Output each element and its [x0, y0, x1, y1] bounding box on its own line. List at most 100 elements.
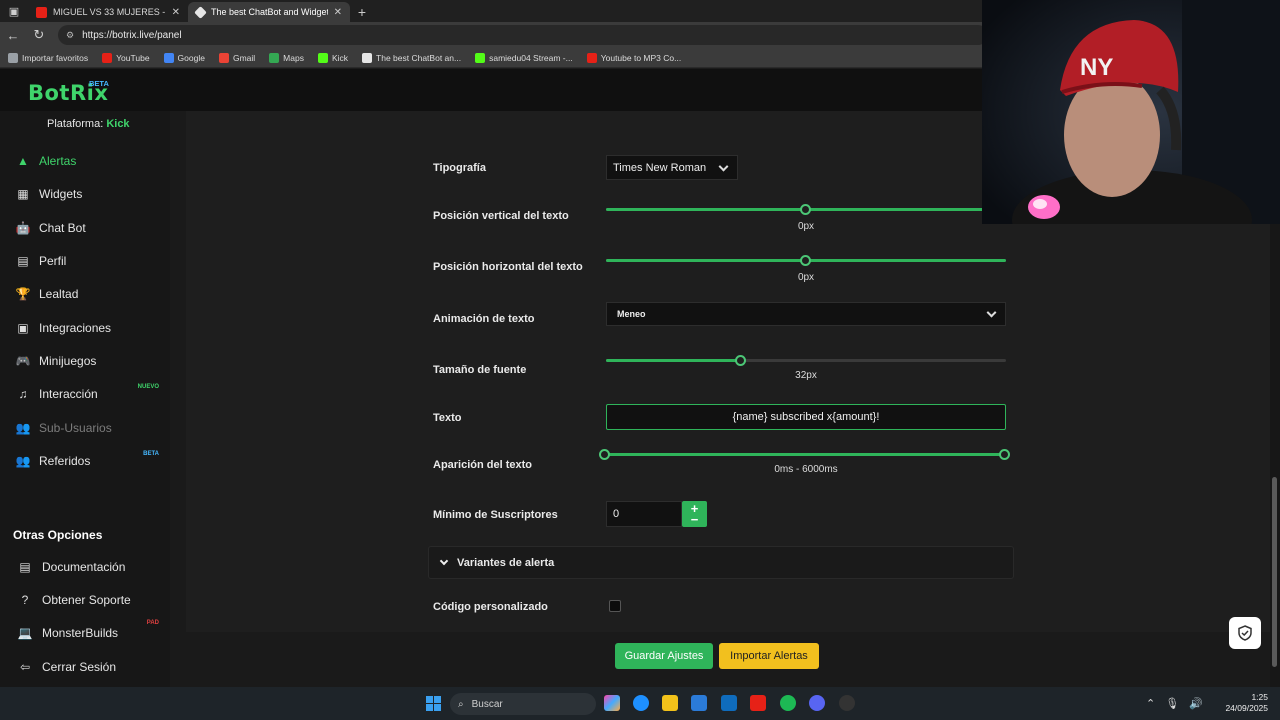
shield-check-icon[interactable] [1229, 617, 1261, 649]
bookmark-label: Gmail [232, 52, 256, 63]
platform-label: Plataforma: [47, 118, 104, 130]
text-animation-select[interactable]: Meneo [606, 302, 1006, 326]
sidebar-item-label: Interacción [39, 387, 98, 401]
bookmark-item[interactable]: samiedu04 Stream -... [475, 52, 573, 63]
text-animation-value: Meneo [617, 309, 646, 319]
back-arrow-icon[interactable]: ← [6, 28, 20, 43]
sidebar-item-label: Integraciones [39, 321, 112, 335]
music-icon: ♫ [18, 387, 28, 401]
sidebar-item-minijuegos[interactable]: 🎮 Minijuegos [0, 348, 170, 374]
alert-variants-label: Variantes de alerta [457, 556, 555, 569]
sidebar-item-widgets[interactable]: ▦ Widgets [0, 181, 170, 207]
sidebar-item-chat-bot[interactable]: 🤖 Chat Bot [0, 215, 170, 241]
option-item-obtener-soporte[interactable]: ? Obtener Soporte [0, 587, 170, 613]
min-subscribers-stepper[interactable]: + − [682, 501, 707, 527]
bookmark-favicon-icon [102, 52, 113, 63]
platform-value: Kick [106, 118, 130, 130]
url-field[interactable]: ⚙ https://botrix.live/panel [58, 25, 988, 45]
microphone-icon[interactable]: 🎙 [1165, 697, 1179, 710]
bookmark-item[interactable]: Gmail [218, 52, 256, 63]
horizontal-position-thumb[interactable] [800, 255, 811, 266]
copilot-icon[interactable] [604, 695, 620, 711]
sidebar-item-label: Widgets [39, 187, 83, 201]
sidebar-item-label: Chat Bot [39, 221, 86, 235]
alert-variants-toggle[interactable]: Variantes de alerta [428, 546, 1014, 579]
new-tab-icon[interactable]: + [350, 2, 374, 22]
font-size-thumb[interactable] [735, 355, 746, 366]
edge-icon[interactable] [633, 695, 649, 711]
typography-select[interactable]: Times New Roman [606, 155, 738, 180]
option-item-label: MonsterBuilds [42, 626, 119, 640]
outlook-icon[interactable] [721, 695, 737, 711]
clock-date: 24/09/2025 [1225, 703, 1268, 713]
bookmark-label: Importar favoritos [22, 52, 89, 63]
tab-title: The best ChatBot and Widgets fo [211, 7, 328, 17]
text-appearance-start-thumb[interactable] [599, 449, 610, 460]
bookmark-item[interactable]: YouTube [102, 52, 150, 63]
font-size-label: Tamaño de fuente [433, 364, 527, 376]
option-item-monsterbuilds[interactable]: 💻 MonsterBuilds PAD [0, 620, 170, 646]
bookmark-favicon-icon [475, 52, 486, 63]
taskbar-clock[interactable]: 1:25 24/09/2025 [1224, 692, 1268, 714]
chrome-icon[interactable] [839, 695, 855, 711]
bookmark-item[interactable]: Importar favoritos [8, 52, 89, 63]
text-appearance-end-thumb[interactable] [999, 449, 1010, 460]
laptop-icon: 💻 [17, 626, 33, 640]
taskbar-search[interactable]: ⌕ Buscar [450, 693, 596, 715]
discord-icon[interactable] [809, 695, 825, 711]
speaker-icon[interactable]: 🔊 [1189, 697, 1203, 710]
chevron-up-icon[interactable]: ⌃ [1146, 697, 1155, 710]
vertical-position-value: 0px [797, 221, 815, 232]
warning-icon: ▲ [17, 154, 29, 168]
tab-menu-icon[interactable]: ▣ [0, 0, 28, 22]
site-info-icon[interactable]: ⚙ [66, 30, 74, 41]
scrollbar-thumb[interactable] [1272, 477, 1277, 667]
font-size-fill [606, 359, 741, 362]
bookmark-favicon-icon [586, 52, 597, 63]
sidebar-item-alertas[interactable]: ▲ Alertas [0, 148, 170, 174]
reload-icon[interactable]: ↻ [32, 27, 46, 43]
youtube-app-icon[interactable] [750, 695, 766, 711]
vertical-position-thumb[interactable] [800, 204, 811, 215]
bookmark-item[interactable]: Google [163, 52, 205, 63]
bookmark-item[interactable]: Maps [269, 52, 304, 63]
text-label: Texto [433, 412, 462, 424]
platform-indicator: Plataforma: Kick [47, 118, 130, 130]
file-explorer-icon[interactable] [662, 695, 678, 711]
tab-close-icon[interactable]: ✕ [172, 7, 180, 18]
gamepad-icon: 🎮 [15, 354, 31, 368]
spotify-icon[interactable] [780, 695, 796, 711]
minus-icon[interactable]: − [691, 513, 699, 526]
bookmark-item[interactable]: Youtube to MP3 Co... [586, 52, 681, 63]
min-subscribers-input[interactable]: 0 [606, 501, 682, 527]
font-size-value: 32px [795, 370, 817, 381]
sidebar-item-integraciones[interactable]: ▣ Integraciones [0, 315, 170, 341]
custom-code-checkbox[interactable] [609, 600, 621, 612]
browser-tab-youtube[interactable]: MIGUEL VS 33 MUJERES - leBriah ✕ [28, 2, 188, 22]
save-settings-button[interactable]: Guardar Ajustes [615, 643, 713, 669]
sidebar-item-sub-usuarios[interactable]: 👥 Sub-Usuarios [0, 415, 170, 441]
sidebar-item-label: Lealtad [39, 287, 79, 301]
tab-close-icon[interactable]: ✕ [334, 7, 342, 18]
windows-start-icon[interactable] [426, 696, 441, 711]
bookmark-item[interactable]: The best ChatBot an... [362, 52, 461, 63]
bookmark-label: samiedu04 Stream -... [489, 52, 573, 63]
option-item-documentaci-n[interactable]: ▤ Documentación [0, 554, 170, 580]
sidebar-item-perfil[interactable]: ▤ Perfil [0, 248, 170, 274]
sidebar-item-referidos[interactable]: 👥 Referidos BETA [0, 448, 170, 474]
system-tray: ⌃ 🎙 🔊 [1146, 697, 1203, 710]
search-icon: ⌕ [458, 698, 464, 710]
logout-icon: ⇦ [19, 660, 31, 674]
option-item-cerrar-sesi-n[interactable]: ⇦ Cerrar Sesión [0, 654, 170, 680]
bookmark-favicon-icon [8, 52, 18, 63]
bookmark-item[interactable]: Kick [317, 52, 348, 63]
webcam-overlay: NY [982, 0, 1280, 224]
sidebar-item-interacci-n[interactable]: ♫ Interacción NUEVO [0, 381, 170, 407]
typography-label: Tipografía [433, 162, 486, 174]
alert-text-input[interactable]: {name} subscribed x{amount}! [606, 404, 1006, 430]
sidebar-item-lealtad[interactable]: 🏆 Lealtad [0, 281, 170, 307]
store-icon[interactable] [691, 695, 707, 711]
browser-tab-botrix[interactable]: The best ChatBot and Widgets fo ✕ [188, 2, 350, 22]
youtube-favicon-icon [36, 6, 47, 18]
import-alerts-button[interactable]: Importar Alertas [719, 643, 819, 669]
